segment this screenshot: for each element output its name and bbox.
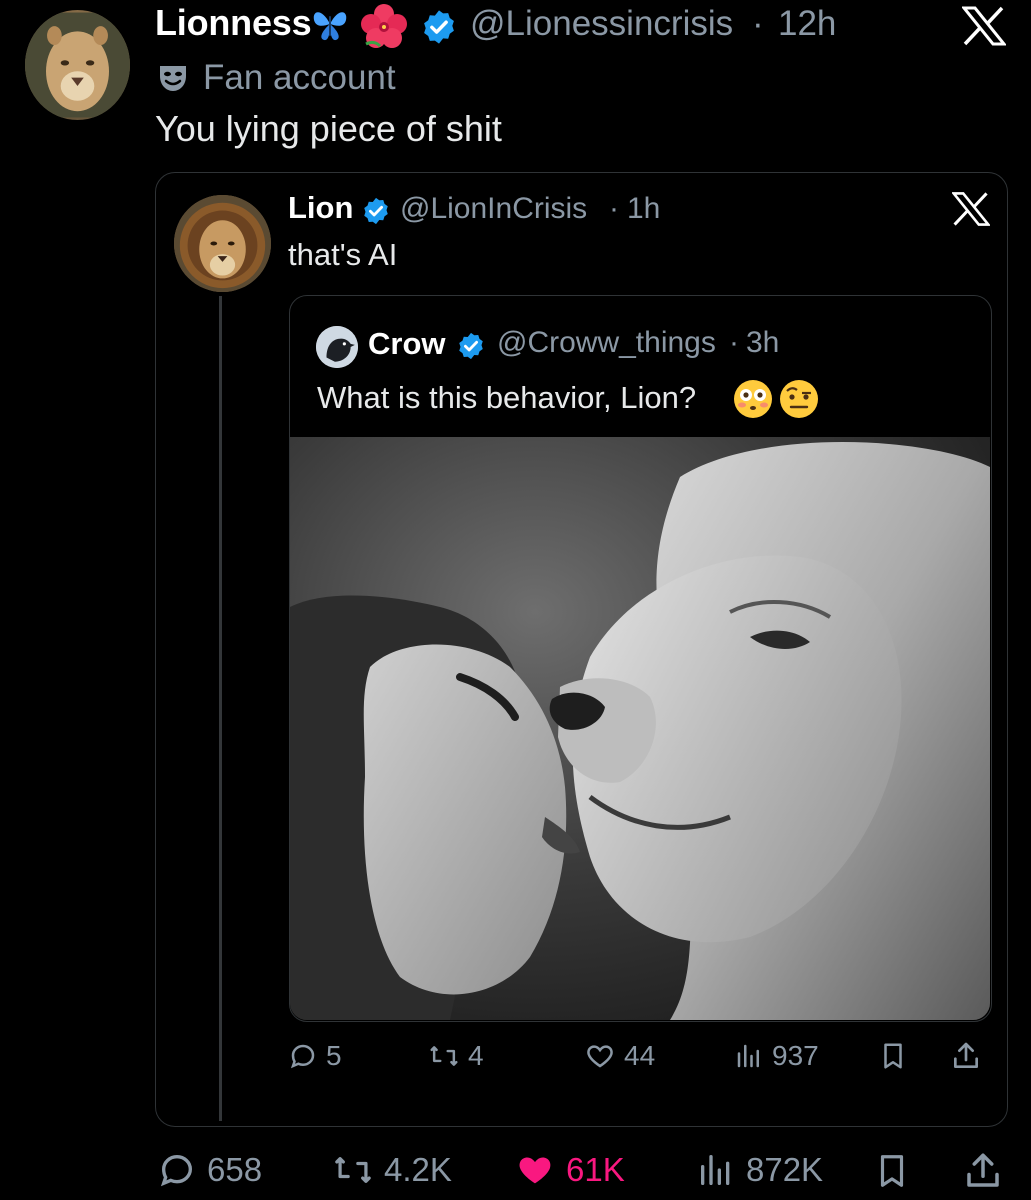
fan-account-text: Fan account	[203, 58, 396, 97]
share-icon[interactable]	[962, 1150, 1004, 1192]
separator-dot: ·	[609, 192, 619, 225]
verified-badge-icon	[361, 196, 391, 226]
lion-avatar[interactable]	[174, 195, 271, 292]
nested-tweet-text: What is this behavior, Lion?	[317, 380, 697, 415]
reply-icon	[288, 1041, 318, 1071]
heart-icon	[584, 1041, 616, 1071]
like-button[interactable]: 61K	[514, 1150, 625, 1190]
repost-icon	[332, 1150, 374, 1190]
separator-dot: ·	[729, 326, 739, 359]
crow-avatar[interactable]	[316, 326, 358, 368]
quoted-author-handle[interactable]: @LionInCrisis	[400, 192, 587, 226]
thread-connector-line	[219, 296, 222, 1121]
author-name[interactable]: Lionness	[155, 2, 312, 44]
tweet-text: You lying piece of shit	[155, 108, 502, 149]
reply-icon	[157, 1150, 197, 1190]
quoted-timestamp[interactable]: 1h	[627, 192, 660, 226]
repost-count: 4	[468, 1040, 484, 1071]
butterfly-emoji	[310, 4, 350, 44]
reply-button[interactable]: 658	[157, 1150, 262, 1190]
verified-badge-icon	[420, 8, 458, 46]
views-chart-icon	[734, 1041, 764, 1071]
quoted-repost-button[interactable]: 4	[428, 1040, 484, 1072]
reply-count: 5	[326, 1040, 342, 1071]
author-handle[interactable]: @Lionessincrisis	[470, 4, 733, 44]
repost-count: 4.2K	[384, 1151, 452, 1188]
separator-dot: ·	[752, 4, 764, 43]
raised-eyebrow-face-emoji	[779, 379, 819, 419]
nested-timestamp[interactable]: 3h	[746, 326, 779, 360]
views-chart-icon	[696, 1150, 736, 1190]
flushed-face-emoji	[733, 379, 773, 419]
like-count: 61K	[566, 1151, 625, 1188]
hibiscus-emoji	[360, 4, 408, 50]
views-count: 937	[772, 1040, 819, 1071]
like-count: 44	[624, 1040, 656, 1071]
fan-account-label: Fan account	[157, 58, 396, 98]
quoted-author-name[interactable]: Lion	[288, 190, 353, 226]
views-count: 872K	[746, 1151, 824, 1188]
reply-count: 658	[207, 1151, 263, 1188]
heart-filled-icon	[514, 1150, 556, 1190]
quoted-views-button[interactable]: 937	[734, 1040, 819, 1072]
quoted-reply-button[interactable]: 5	[288, 1040, 342, 1072]
nested-author-handle[interactable]: @Croww_things	[497, 326, 716, 360]
quoted-like-button[interactable]: 44	[584, 1040, 655, 1072]
views-button[interactable]: 872K	[696, 1150, 823, 1190]
verified-badge-icon	[456, 331, 486, 361]
repost-icon	[428, 1041, 460, 1071]
timestamp[interactable]: 12h	[778, 4, 836, 44]
x-logo-icon	[951, 191, 991, 227]
tweet-media-image[interactable]	[290, 437, 990, 1020]
fan-account-mask-icon	[157, 62, 189, 94]
share-icon[interactable]	[950, 1040, 982, 1072]
repost-button[interactable]: 4.2K	[332, 1150, 452, 1190]
x-logo-icon	[960, 6, 1008, 46]
bookmark-icon[interactable]	[873, 1150, 911, 1192]
bookmark-icon[interactable]	[878, 1040, 908, 1072]
nested-author-name[interactable]: Crow	[368, 326, 446, 362]
tweet-screenshot: Lionness @Lionessincrisis · 12h Fan acco…	[0, 0, 1031, 1200]
lionness-avatar[interactable]	[25, 10, 130, 120]
quoted-tweet-text: that's AI	[288, 237, 398, 272]
